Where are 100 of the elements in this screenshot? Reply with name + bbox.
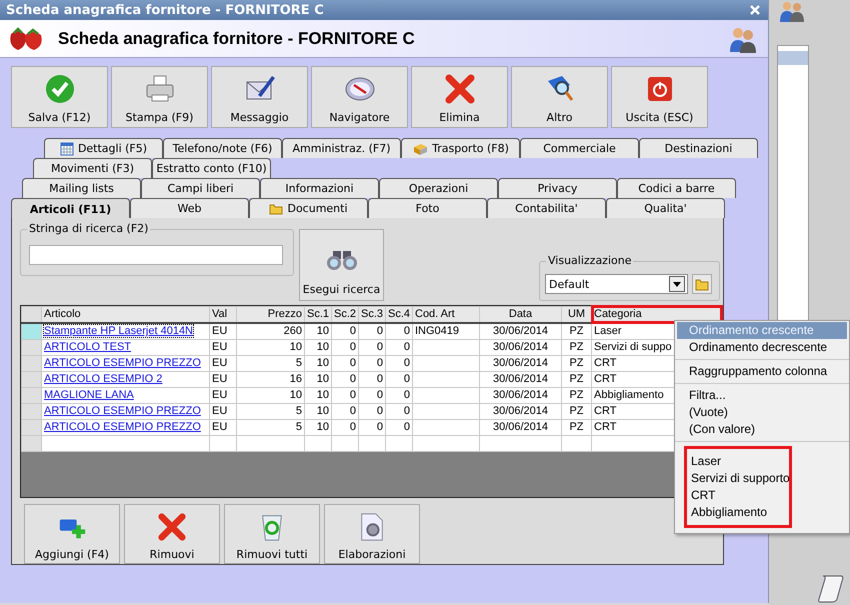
menu-item[interactable]: Raggruppamento colonna <box>677 363 847 380</box>
column-header[interactable]: Val <box>210 306 236 323</box>
table-cell: PZ <box>569 421 584 434</box>
box-icon <box>412 142 428 156</box>
table-cell: Abbigliamento <box>594 389 664 402</box>
action-button[interactable]: Elaborazioni <box>324 504 420 564</box>
tab[interactable]: Foto <box>368 198 487 218</box>
cross-icon <box>444 72 476 104</box>
table-cell: CRT <box>594 373 616 386</box>
people-icon <box>777 0 807 22</box>
column-header[interactable]: Prezzo <box>236 306 304 323</box>
toolbar-button[interactable]: Elimina <box>411 66 508 128</box>
table-cell: EU <box>212 405 228 418</box>
table-cell: 0 <box>350 405 356 418</box>
tab[interactable]: Informazioni <box>260 178 379 198</box>
menu-item[interactable]: Laser <box>687 453 789 470</box>
tab[interactable]: Trasporto (F8) <box>401 138 520 158</box>
menu-item[interactable]: Abbigliamento <box>687 504 789 521</box>
column-header[interactable]: Categoria <box>592 306 722 323</box>
tab[interactable]: Documenti <box>249 198 368 218</box>
table-cell: 0 <box>376 405 383 418</box>
table-cell: 0 <box>350 341 356 354</box>
tab[interactable]: Telefono/note (F6) <box>163 138 282 158</box>
menu-item[interactable]: Filtra... <box>677 387 847 404</box>
tab[interactable]: Web <box>130 198 249 218</box>
close-button[interactable] <box>748 3 762 17</box>
tab[interactable]: Mailing lists <box>22 178 141 198</box>
table-cell: 10 <box>316 341 329 354</box>
check-icon <box>44 72 76 104</box>
tab[interactable]: Dettagli (F5) <box>44 138 163 158</box>
form-title: Scheda anagrafica fornitore - FORNITORE C <box>58 28 416 48</box>
action-button[interactable]: Aggiungi (F4) <box>24 504 120 564</box>
tab[interactable]: Privacy <box>498 178 617 198</box>
table-cell: PZ <box>569 325 584 338</box>
tab[interactable]: Contabilita' <box>487 198 606 218</box>
table-cell: PZ <box>569 357 584 370</box>
column-header[interactable]: Articolo <box>42 306 210 323</box>
table-cell: 30/06/2014 <box>492 421 548 434</box>
toolbar-button[interactable]: Navigatore <box>311 66 408 128</box>
toolbar-button[interactable]: Salva (F12) <box>11 66 108 128</box>
tab[interactable]: Operazioni <box>379 178 498 198</box>
menu-item[interactable]: (Vuote) <box>677 404 847 421</box>
table-cell: ING0419 <box>415 325 460 338</box>
column-header[interactable]: Data <box>480 306 562 323</box>
table-cell: 0 <box>376 421 383 434</box>
scroll-icon <box>817 573 845 603</box>
table-cell: 0 <box>376 357 383 370</box>
tab[interactable]: Estratto conto (F10) <box>152 158 271 178</box>
table-cell: 0 <box>350 325 356 338</box>
table-cell: 30/06/2014 <box>492 373 548 386</box>
view-dropdown[interactable]: Default <box>545 274 688 294</box>
table-cell: Servizi di suppo <box>594 341 672 354</box>
menu-item[interactable]: CRT <box>687 487 789 504</box>
column-header[interactable]: Sc.4 <box>386 306 412 323</box>
toolbar-button[interactable]: Stampa (F9) <box>111 66 208 128</box>
table-cell: 10 <box>316 325 329 338</box>
column-header[interactable]: Sc.1 <box>304 306 332 323</box>
table-cell: 10 <box>316 405 329 418</box>
tab[interactable]: Campi liberi <box>141 178 260 198</box>
close-icon <box>750 5 760 15</box>
folder-icon <box>269 202 284 216</box>
table-cell: 30/06/2014 <box>492 325 548 338</box>
folder-button[interactable] <box>692 274 712 294</box>
table-cell: 30/06/2014 <box>492 357 548 370</box>
table-cell: 10 <box>290 389 302 402</box>
toolbar-button[interactable]: Messaggio <box>211 66 308 128</box>
menu-item[interactable]: (Con valore) <box>677 421 847 438</box>
table-cell: 0 <box>404 421 410 434</box>
tab[interactable]: Articoli (F11) <box>11 198 130 219</box>
table-cell: Laser <box>594 325 622 338</box>
search-button[interactable]: Esegui ricerca <box>299 229 384 301</box>
table-cell: 30/06/2014 <box>492 341 548 354</box>
column-header[interactable]: Cod. Art <box>412 306 480 323</box>
search-field[interactable] <box>29 245 283 265</box>
table-cell: 0 <box>404 341 410 354</box>
tab[interactable]: Codici a barre <box>617 178 736 198</box>
menu-item[interactable]: Ordinamento decrescente <box>677 339 847 356</box>
column-header[interactable]: Sc.2 <box>332 306 358 323</box>
table-cell: 0 <box>350 421 356 434</box>
action-button[interactable]: Rimuovi tutti <box>224 504 320 564</box>
table-cell: 16 <box>290 373 302 386</box>
table-cell: PZ <box>569 373 584 386</box>
table-cell: 0 <box>404 373 410 386</box>
column-header[interactable]: Sc.3 <box>358 306 386 323</box>
table-cell: 30/06/2014 <box>492 405 548 418</box>
table-cell: 0 <box>404 389 410 402</box>
table-cell: 10 <box>290 341 302 354</box>
toolbar-button[interactable]: Altro <box>511 66 608 128</box>
printer-icon <box>144 72 176 104</box>
action-button[interactable]: Rimuovi <box>124 504 220 564</box>
tab[interactable]: Commerciale <box>520 138 639 158</box>
toolbar-button[interactable]: Uscita (ESC) <box>611 66 708 128</box>
tab[interactable]: Destinazioni <box>639 138 758 158</box>
binoculars-icon <box>324 249 358 271</box>
menu-item[interactable]: Servizi di supporto <box>687 470 789 487</box>
tab[interactable]: Amministraz. (F7) <box>282 138 401 158</box>
table-cell: 0 <box>376 341 383 354</box>
tab[interactable]: Movimenti (F3) <box>33 158 152 178</box>
column-header[interactable]: UM <box>562 306 592 323</box>
tab[interactable]: Qualita' <box>606 198 725 218</box>
